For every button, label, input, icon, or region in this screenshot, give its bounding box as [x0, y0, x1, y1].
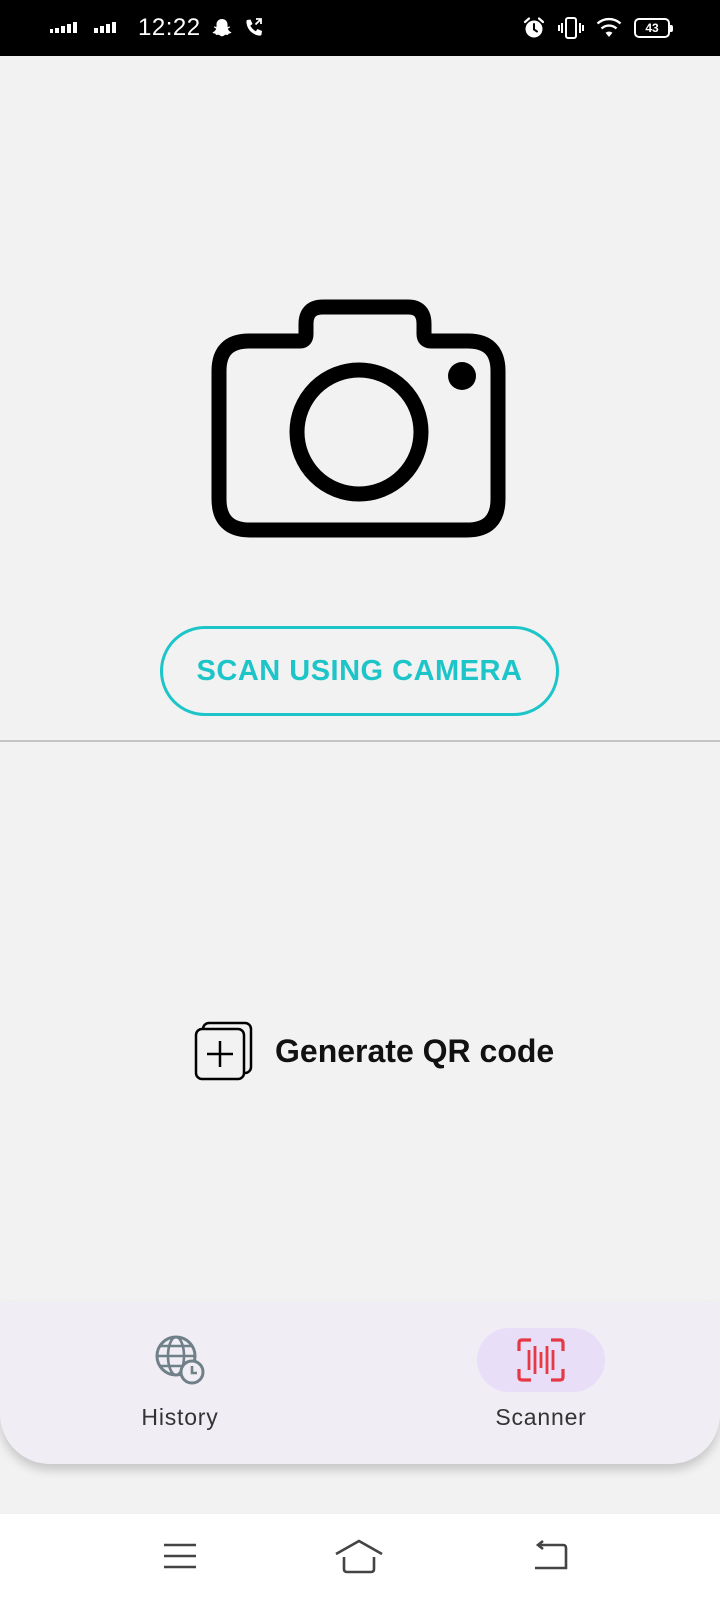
- nav-item-history[interactable]: History: [100, 1328, 260, 1438]
- nav-label-history: History: [141, 1404, 219, 1430]
- vibrate-icon: [558, 17, 584, 39]
- bottom-navigation: History Scanner: [0, 1302, 720, 1464]
- nav-label-scanner: Scanner: [495, 1404, 587, 1430]
- snapchat-icon: [212, 19, 231, 37]
- section-divider: [0, 740, 720, 742]
- back-button[interactable]: [525, 1534, 575, 1578]
- status-right: 43: [522, 0, 673, 56]
- barcode-scan-icon: [517, 1338, 565, 1382]
- battery-indicator: 43: [634, 18, 673, 38]
- wifi-icon: [596, 17, 622, 37]
- status-left: 12:22: [50, 0, 265, 56]
- scan-section: SCAN USING CAMERA: [0, 56, 720, 741]
- generate-qr-label: Generate QR code: [275, 1032, 555, 1069]
- scan-using-camera-button[interactable]: SCAN USING CAMERA: [160, 626, 559, 716]
- signal-icon-2: [94, 22, 116, 33]
- nav-selected-pill: [477, 1328, 605, 1392]
- home-button[interactable]: [334, 1534, 384, 1578]
- recent-apps-button[interactable]: [155, 1534, 205, 1578]
- menu-icon: [164, 1543, 196, 1569]
- phone-call-icon: [245, 18, 262, 36]
- signal-icon: [50, 22, 77, 33]
- status-bar: 12:22 43: [0, 0, 720, 56]
- add-library-icon: [194, 1021, 253, 1081]
- back-icon: [535, 1540, 568, 1570]
- camera-icon: [211, 299, 506, 538]
- home-icon: [335, 1539, 383, 1574]
- generate-qr-button[interactable]: Generate QR code: [193, 1020, 554, 1082]
- nav-item-scanner[interactable]: Scanner: [461, 1328, 621, 1438]
- status-time: 12:22: [138, 14, 201, 41]
- system-navigation-bar: [0, 1514, 720, 1600]
- globe-clock-icon: [155, 1335, 205, 1385]
- battery-level: 43: [645, 21, 659, 35]
- alarm-icon: [523, 17, 545, 38]
- nav-icon-container: [116, 1328, 244, 1392]
